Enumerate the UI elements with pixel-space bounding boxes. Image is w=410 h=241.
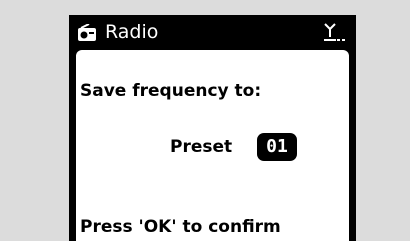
radio-icon bbox=[77, 23, 97, 42]
save-prompt: Save frequency to: bbox=[80, 81, 262, 101]
preset-number-field[interactable]: 01 bbox=[257, 133, 297, 161]
page-title: Radio bbox=[105, 21, 159, 43]
antenna-signal-icon bbox=[324, 22, 346, 44]
header-bar: Radio bbox=[69, 15, 356, 50]
confirm-instruction: Press 'OK' to confirm bbox=[80, 217, 281, 237]
content-panel: Save frequency to: Preset 01 Press 'OK' … bbox=[76, 50, 349, 241]
device-screen: Radio Save frequency to: Preset 01 Press… bbox=[69, 15, 356, 241]
preset-label: Preset bbox=[170, 137, 233, 157]
